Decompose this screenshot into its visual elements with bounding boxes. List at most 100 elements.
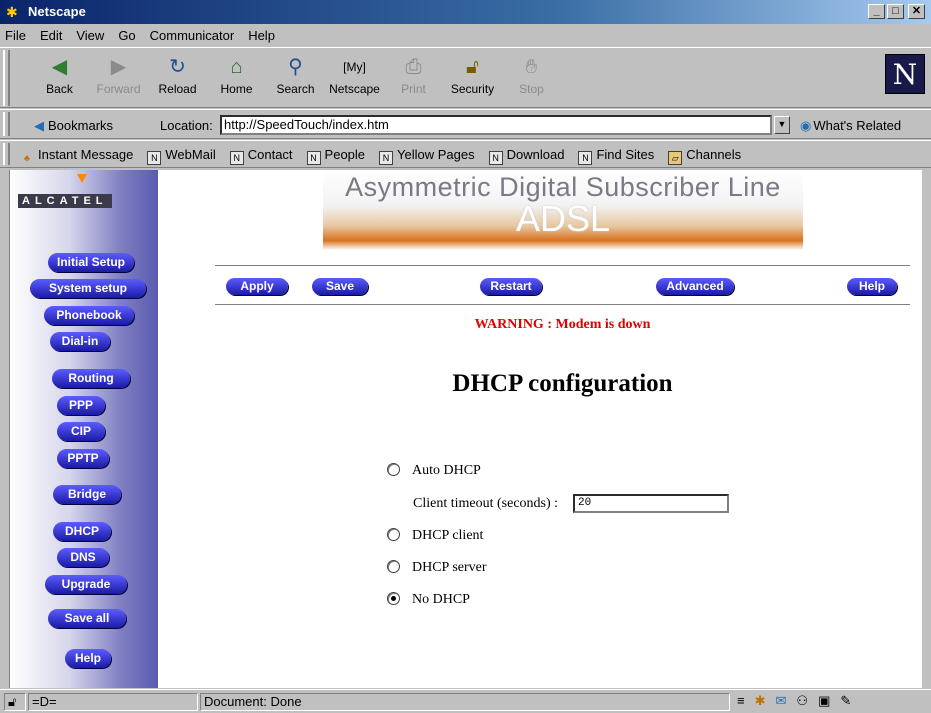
whats-related-button[interactable]: ◉ What's Related [800,118,901,134]
url-field[interactable]: http://SpeedTouch/index.htm [220,115,772,135]
home-button[interactable]: ⌂ Home [207,52,266,104]
warning-message: WARNING : Modem is down [474,317,651,332]
nav-system-setup[interactable]: System setup [30,279,146,298]
nav-phonebook[interactable]: Phonebook [44,306,134,325]
nav-routing[interactable]: Routing [52,369,130,388]
minimize-icon[interactable]: _ [868,4,885,19]
download-link[interactable]: N Download [488,147,564,166]
dhcp-client-radio[interactable] [387,528,400,541]
window-controls: _ □ ✕ [868,4,925,19]
auto-dhcp-radio[interactable] [387,463,400,476]
location-grip[interactable] [3,112,10,136]
mail-icon[interactable]: ✉ [776,693,787,709]
maximize-icon[interactable]: □ [887,4,904,19]
bookmark-page-icon: N [379,151,394,165]
forward-button[interactable]: ▶ Forward [89,52,148,104]
editor-icon[interactable]: ✎ [840,693,851,709]
location-label: Location: [160,118,213,133]
lock-icon: 🔓︎ [466,56,479,78]
option-no-dhcp[interactable]: No DHCP [387,592,470,608]
stop-button[interactable]: ✋︎ Stop [502,52,561,104]
adsl-banner: Asymmetric Digital Subscriber Line ADSL [323,170,803,250]
yellow-pages-link[interactable]: N Yellow Pages [379,147,475,166]
menu-help[interactable]: Help [248,28,275,46]
menu-go[interactable]: Go [118,28,135,46]
reload-button[interactable]: ↻ Reload [148,52,207,104]
bookmarks-icon: ◀ [34,118,44,133]
nav-initial-setup[interactable]: Initial Setup [48,253,134,272]
menu-file[interactable]: File [5,28,26,46]
contact-link[interactable]: N Contact [229,147,293,166]
status-text: Document: Done [200,693,730,711]
page-title: DHCP configuration [452,370,673,397]
restart-button[interactable]: Restart [480,278,542,295]
option-dhcp-server[interactable]: DHCP server [387,560,487,576]
option-auto-dhcp[interactable]: Auto DHCP [387,463,481,479]
instant-message-icon: ♣ [24,153,30,163]
webmail-link[interactable]: N WebMail [147,147,216,166]
url-dropdown-icon[interactable]: ▼ [774,116,790,134]
find-sites-link[interactable]: N Find Sites [578,147,654,166]
menu-bar: File Edit View Go Communicator Help [0,24,931,46]
page-content: ALCATEL Initial Setup System setup Phone… [10,170,921,688]
window-titlebar: ✱ Netscape _ □ ✕ [0,0,931,24]
client-timeout-input[interactable]: 20 [573,494,729,513]
back-button[interactable]: ◀ Back [30,52,89,104]
forward-arrow-icon: ▶ [110,56,127,78]
sidebar: ALCATEL Initial Setup System setup Phone… [10,170,158,688]
menu-edit[interactable]: Edit [40,28,62,46]
help-button[interactable]: Help [847,278,897,295]
nav-ppp[interactable]: PPP [57,396,105,415]
option-dhcp-client[interactable]: DHCP client [387,528,483,544]
search-button[interactable]: ⚲ Search [266,52,325,104]
nav-upgrade[interactable]: Upgrade [45,575,127,594]
nav-dial-in[interactable]: Dial-in [50,332,110,351]
personal-grip[interactable] [3,143,10,165]
dhcp-server-radio[interactable] [387,560,400,573]
whats-related-icon: ◉ [800,118,812,133]
composer-icon[interactable]: ▣ [818,693,830,709]
divider-bottom [215,304,910,306]
bookmark-page-icon: N [488,151,503,165]
client-timeout-label: Client timeout (seconds) : [413,496,559,511]
instant-message-link[interactable]: ♣ Instant Message [20,147,133,166]
save-button[interactable]: Save [312,278,368,295]
nav-save-all[interactable]: Save all [48,609,126,628]
apply-button[interactable]: Apply [226,278,288,295]
nav-help[interactable]: Help [65,649,111,668]
security-status-icon[interactable]: 🔓︎ [4,693,26,711]
bookmark-page-icon: N [578,151,593,165]
bookmark-page-icon: N [229,151,244,165]
print-icon: ⎙ [405,56,422,78]
component-grip-icon: ≡ [737,693,745,708]
bookmarks-button[interactable]: ◀ Bookmarks [34,118,113,134]
advanced-button[interactable]: Advanced [656,278,734,295]
nav-dns[interactable]: DNS [57,548,109,567]
menu-communicator[interactable]: Communicator [150,28,235,46]
navigator-icon[interactable]: ✱ [755,693,766,709]
divider-top [215,265,910,267]
close-icon[interactable]: ✕ [908,4,925,19]
personal-toolbar: ♣ Instant Message N WebMail N Contact N Peop… [0,140,931,168]
channels-link[interactable]: ▱ Channels [668,147,741,166]
nav-cip[interactable]: CIP [57,422,105,441]
people-link[interactable]: N People [306,147,365,166]
connection-status-icon: =D= [28,693,198,711]
no-dhcp-radio[interactable] [387,592,400,605]
toolbar-grip[interactable] [3,50,10,106]
location-toolbar: ◀ Bookmarks Location: http://SpeedTouch/i… [0,109,931,139]
print-button[interactable]: ⎙ Print [384,52,443,104]
newsgroups-icon[interactable]: ⚇ [796,693,808,709]
my-netscape-icon: [My] [343,60,366,74]
status-bar: 🔓︎ =D= Document: Done ≡ ✱ ✉ ⚇ ▣ ✎ [0,689,931,713]
security-button[interactable]: 🔓︎ Security [443,52,502,104]
my-netscape-button[interactable]: [My] Netscape [325,52,384,104]
nav-dhcp[interactable]: DHCP [53,522,111,541]
alcatel-logo-mark [77,174,87,183]
nav-pptp[interactable]: PPTP [57,449,109,468]
window-left-edge [0,170,10,688]
channels-folder-icon: ▱ [668,151,683,165]
nav-bridge[interactable]: Bridge [53,485,121,504]
menu-view[interactable]: View [76,28,104,46]
netscape-n-logo[interactable]: N [885,54,925,94]
